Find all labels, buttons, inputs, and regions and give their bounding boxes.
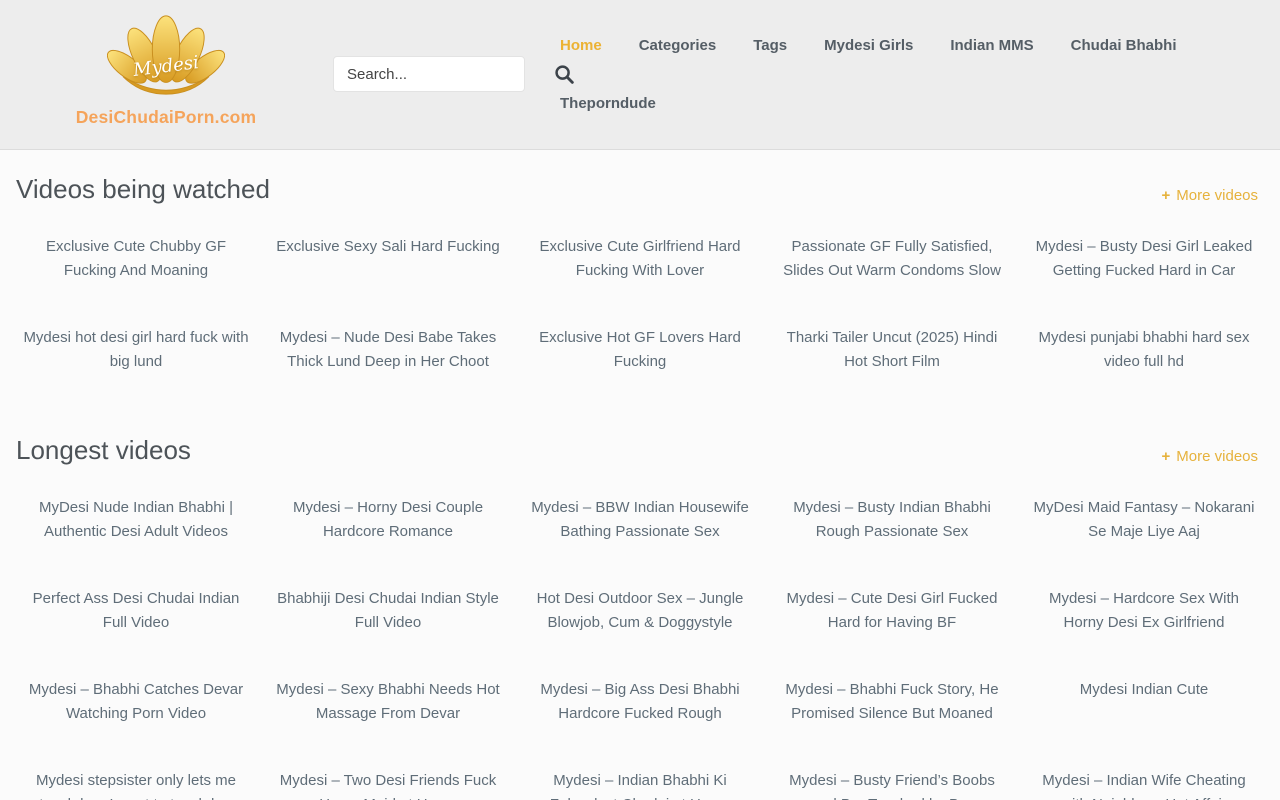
video-title-link[interactable]: Mydesi – Indian Bhabhi Ki Zabardast Chud… <box>523 769 757 800</box>
video-title-link[interactable]: Mydesi – Bhabhi Catches Devar Watching P… <box>19 678 253 726</box>
video-cell: Mydesi – Big Ass Desi Bhabhi Hardcore Fu… <box>514 678 766 769</box>
video-cell: Mydesi – Sexy Bhabhi Needs Hot Massage F… <box>262 678 514 769</box>
video-title-link[interactable]: Hot Desi Outdoor Sex – Jungle Blowjob, C… <box>523 587 757 635</box>
video-grid-watched: Exclusive Cute Chubby GF Fucking And Moa… <box>0 235 1280 417</box>
section-title: Videos being watched <box>16 171 270 207</box>
plus-icon: + <box>1162 446 1171 468</box>
video-cell: Mydesi – Hardcore Sex With Horny Desi Ex… <box>1018 587 1270 678</box>
video-cell: Mydesi – Busty Indian Bhabhi Rough Passi… <box>766 496 1018 587</box>
video-title-link[interactable]: Passionate GF Fully Satisfied, Slides Ou… <box>775 235 1009 283</box>
nav-item[interactable]: Chudai Bhabhi <box>1071 38 1177 54</box>
video-title-link[interactable]: Perfect Ass Desi Chudai Indian Full Vide… <box>19 587 253 635</box>
video-cell: Mydesi hot desi girl hard fuck with big … <box>10 326 262 417</box>
main-content: Videos being watched + More videos Exclu… <box>0 150 1280 800</box>
video-title-link[interactable]: Mydesi punjabi bhabhi hard sex video ful… <box>1027 326 1261 374</box>
main-nav: Home Categories Tags Mydesi Girls Indian… <box>560 38 1200 112</box>
video-cell: Exclusive Cute Chubby GF Fucking And Moa… <box>10 235 262 326</box>
video-cell: MyDesi Nude Indian Bhabhi | Authentic De… <box>10 496 262 587</box>
video-title-link[interactable]: Exclusive Sexy Sali Hard Fucking <box>276 235 499 259</box>
video-title-link[interactable]: Mydesi – Cute Desi Girl Fucked Hard for … <box>775 587 1009 635</box>
plus-icon: + <box>1162 185 1171 207</box>
video-title-link[interactable]: Exclusive Hot GF Lovers Hard Fucking <box>523 326 757 374</box>
nav-item[interactable]: Mydesi Girls <box>824 38 913 54</box>
video-title-link[interactable]: Mydesi Indian Cute <box>1080 678 1208 702</box>
video-title-link[interactable]: MyDesi Nude Indian Bhabhi | Authentic De… <box>19 496 253 544</box>
nav-item[interactable]: Theporndude <box>560 96 656 112</box>
video-title-link[interactable]: Bhabhiji Desi Chudai Indian Style Full V… <box>271 587 505 635</box>
section-title: Longest videos <box>16 432 191 468</box>
video-cell: Hot Desi Outdoor Sex – Jungle Blowjob, C… <box>514 587 766 678</box>
video-title-link[interactable]: Exclusive Cute Chubby GF Fucking And Moa… <box>19 235 253 283</box>
video-cell: Exclusive Hot GF Lovers Hard Fucking <box>514 326 766 417</box>
video-cell: Mydesi punjabi bhabhi hard sex video ful… <box>1018 326 1270 417</box>
search-box <box>333 56 525 92</box>
video-cell: Perfect Ass Desi Chudai Indian Full Vide… <box>10 587 262 678</box>
video-cell: Mydesi – Cute Desi Girl Fucked Hard for … <box>766 587 1018 678</box>
nav-item[interactable]: Categories <box>639 38 717 54</box>
video-cell: Exclusive Cute Girlfriend Hard Fucking W… <box>514 235 766 326</box>
nav-item[interactable]: Home <box>560 38 602 54</box>
more-videos-label: More videos <box>1176 446 1258 468</box>
video-cell: MyDesi Maid Fantasy – Nokarani Se Maje L… <box>1018 496 1270 587</box>
section-head-watched: Videos being watched + More videos <box>0 150 1280 207</box>
video-cell: Mydesi stepsister only lets me touch her… <box>10 769 262 800</box>
nav-item[interactable]: Indian MMS <box>950 38 1033 54</box>
video-cell: Bhabhiji Desi Chudai Indian Style Full V… <box>262 587 514 678</box>
lotus-flower-icon <box>107 12 225 105</box>
site-logo[interactable]: Mydesi DesiChudaiPorn.com <box>66 12 266 128</box>
site-name: DesiChudaiPorn.com <box>66 107 266 128</box>
more-videos-link[interactable]: + More videos <box>1162 185 1258 207</box>
video-title-link[interactable]: Mydesi – Indian Wife Cheating with Neigh… <box>1027 769 1261 800</box>
video-cell: Mydesi – Indian Wife Cheating with Neigh… <box>1018 769 1270 800</box>
video-cell: Mydesi – Two Desi Friends Fuck Horny Mai… <box>262 769 514 800</box>
video-cell: Passionate GF Fully Satisfied, Slides Ou… <box>766 235 1018 326</box>
video-title-link[interactable]: Mydesi – Two Desi Friends Fuck Horny Mai… <box>271 769 505 800</box>
video-title-link[interactable]: Mydesi stepsister only lets me touch her… <box>19 769 253 800</box>
more-videos-label: More videos <box>1176 185 1258 207</box>
video-title-link[interactable]: Mydesi – Big Ass Desi Bhabhi Hardcore Fu… <box>523 678 757 726</box>
nav-item[interactable]: Tags <box>753 38 787 54</box>
video-title-link[interactable]: Mydesi hot desi girl hard fuck with big … <box>19 326 253 374</box>
video-title-link[interactable]: Mydesi – Busty Friend’s Boobs and Bra To… <box>775 769 1009 800</box>
video-title-link[interactable]: Mydesi – Sexy Bhabhi Needs Hot Massage F… <box>271 678 505 726</box>
video-title-link[interactable]: Tharki Tailer Uncut (2025) Hindi Hot Sho… <box>775 326 1009 374</box>
video-cell: Mydesi – Horny Desi Couple Hardcore Roma… <box>262 496 514 587</box>
video-title-link[interactable]: Mydesi – Hardcore Sex With Horny Desi Ex… <box>1027 587 1261 635</box>
section-head-longest: Longest videos + More videos <box>0 417 1280 468</box>
video-cell: Mydesi – Bhabhi Catches Devar Watching P… <box>10 678 262 769</box>
video-cell: Exclusive Sexy Sali Hard Fucking <box>262 235 514 326</box>
video-title-link[interactable]: Exclusive Cute Girlfriend Hard Fucking W… <box>523 235 757 283</box>
video-title-link[interactable]: Mydesi – Busty Indian Bhabhi Rough Passi… <box>775 496 1009 544</box>
video-title-link[interactable]: MyDesi Maid Fantasy – Nokarani Se Maje L… <box>1027 496 1261 544</box>
video-grid-longest: MyDesi Nude Indian Bhabhi | Authentic De… <box>0 496 1280 800</box>
video-cell: Mydesi – Busty Desi Girl Leaked Getting … <box>1018 235 1270 326</box>
video-cell: Mydesi – Bhabhi Fuck Story, He Promised … <box>766 678 1018 769</box>
video-title-link[interactable]: Mydesi – BBW Indian Housewife Bathing Pa… <box>523 496 757 544</box>
video-cell: Mydesi – Indian Bhabhi Ki Zabardast Chud… <box>514 769 766 800</box>
video-cell: Mydesi Indian Cute <box>1018 678 1270 769</box>
video-cell: Mydesi – Busty Friend’s Boobs and Bra To… <box>766 769 1018 800</box>
video-title-link[interactable]: Mydesi – Busty Desi Girl Leaked Getting … <box>1027 235 1261 283</box>
video-title-link[interactable]: Mydesi – Nude Desi Babe Takes Thick Lund… <box>271 326 505 374</box>
site-header: Mydesi DesiChudaiPorn.com Home Categorie… <box>0 0 1280 150</box>
video-title-link[interactable]: Mydesi – Horny Desi Couple Hardcore Roma… <box>271 496 505 544</box>
video-cell: Mydesi – BBW Indian Housewife Bathing Pa… <box>514 496 766 587</box>
video-cell: Mydesi – Nude Desi Babe Takes Thick Lund… <box>262 326 514 417</box>
search-input[interactable] <box>334 57 554 91</box>
more-videos-link[interactable]: + More videos <box>1162 446 1258 468</box>
video-cell: Tharki Tailer Uncut (2025) Hindi Hot Sho… <box>766 326 1018 417</box>
video-title-link[interactable]: Mydesi – Bhabhi Fuck Story, He Promised … <box>775 678 1009 726</box>
